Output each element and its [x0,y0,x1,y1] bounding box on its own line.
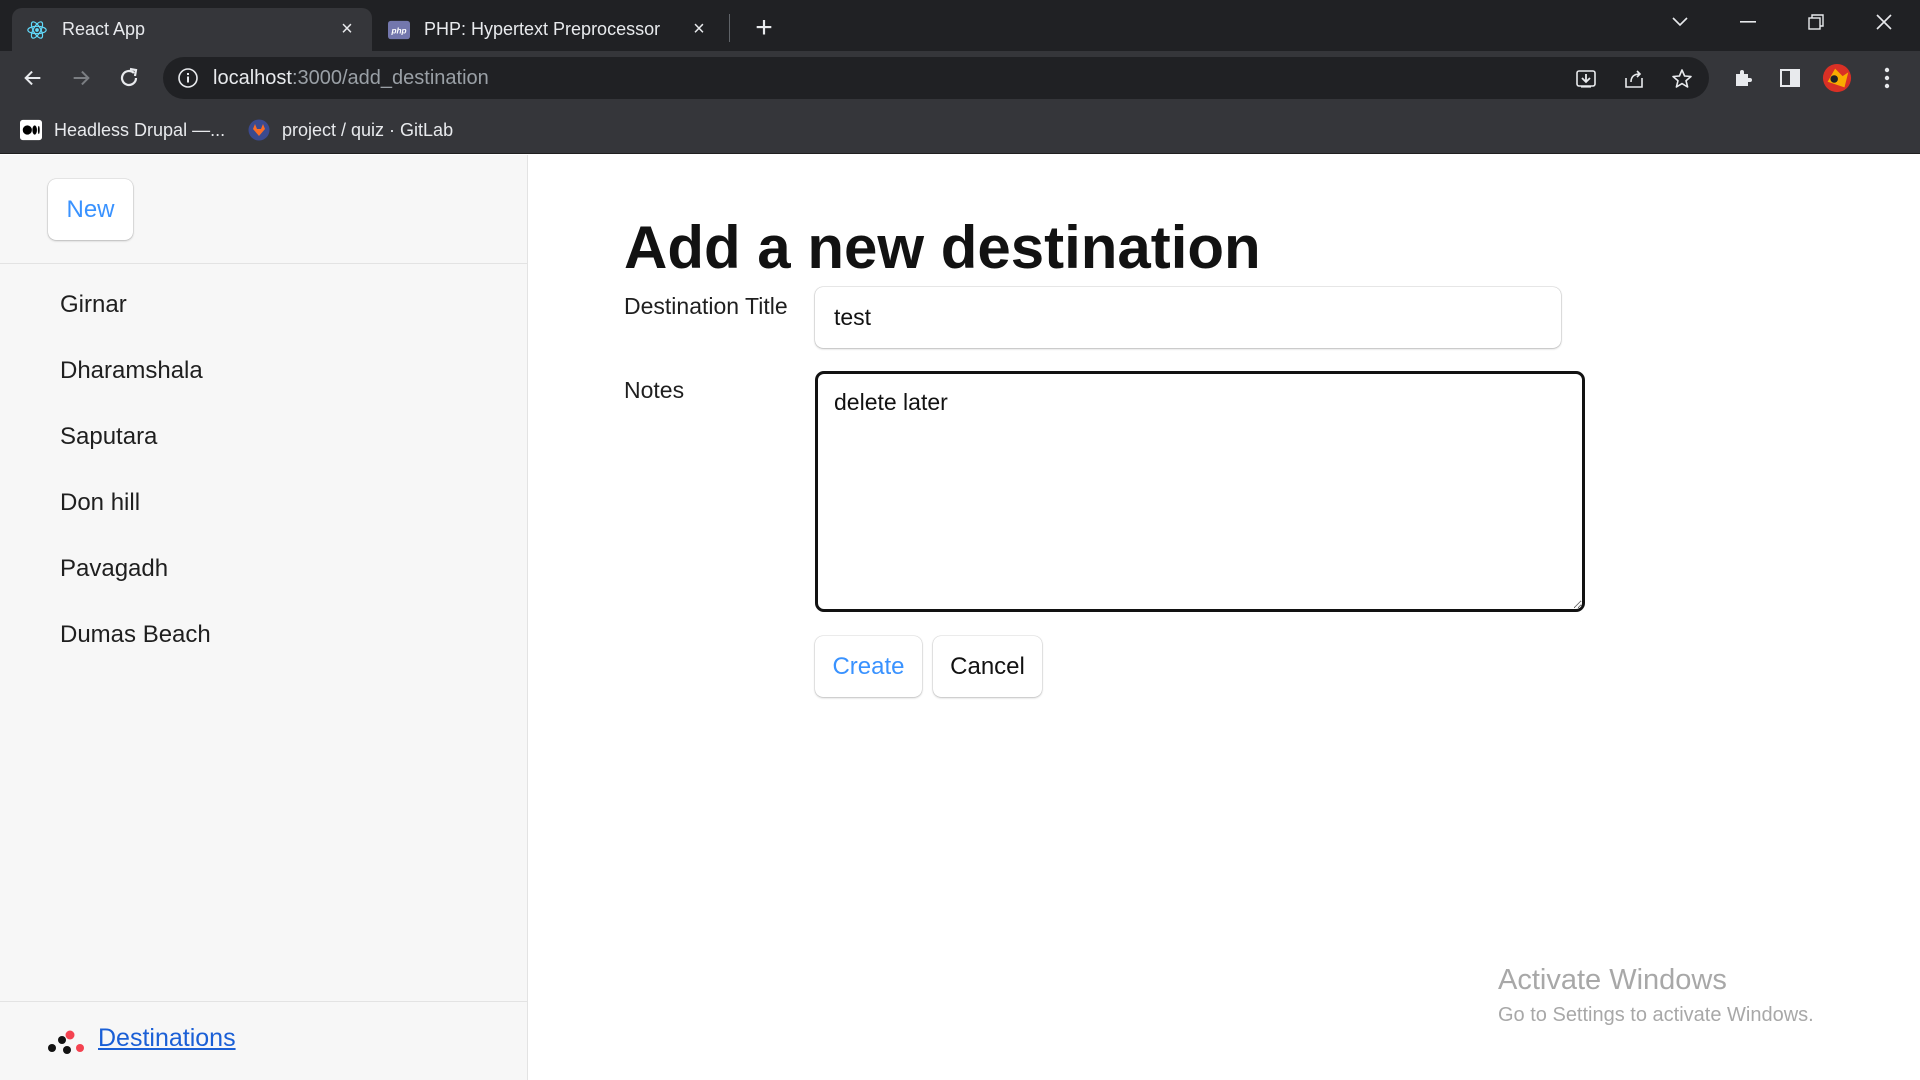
sidebar: New Girnar Dharamshala Saputara Don hill… [0,155,528,1080]
site-info-icon[interactable] [177,67,199,89]
svg-text:php: php [390,26,406,35]
sidebar-item-girnar[interactable]: Girnar [0,272,527,338]
bookmark-star-icon[interactable] [1669,66,1695,92]
sidebar-item-don-hill[interactable]: Don hill [0,470,527,536]
tab-php[interactable]: php PHP: Hypertext Preprocessor × [374,8,724,51]
main-content: Add a new destination Destination Title … [529,155,1920,1080]
app-logo-icon [46,1028,86,1056]
page-title: Add a new destination [624,214,1261,281]
close-tab-icon[interactable]: × [336,18,358,41]
forward-button[interactable] [64,61,98,95]
medium-icon [20,119,42,141]
sidebar-item-dharamshala[interactable]: Dharamshala [0,338,527,404]
destinations-link[interactable]: Destinations [98,1024,236,1053]
bookmark-headless-drupal[interactable]: Headless Drupal —... [20,115,225,145]
sidebar-item-pavagadh[interactable]: Pavagadh [0,536,527,602]
tab-title: PHP: Hypertext Preprocessor [424,19,661,39]
install-app-icon[interactable] [1573,66,1599,92]
browser-tab-strip: React App × php PHP: Hypertext Preproces… [0,0,1920,51]
browser-toolbar: localhost:3000/add_destination [0,51,1920,105]
url-text[interactable]: localhost:3000/add_destination [213,67,489,90]
sidebar-footer: Destinations [0,1001,527,1080]
close-tab-icon[interactable]: × [688,18,710,41]
bookmarks-bar: Headless Drupal —... project / quiz · Gi… [0,105,1920,154]
sidebar-header: New [0,155,527,264]
side-panel-icon[interactable] [1775,63,1805,93]
back-button[interactable] [16,61,50,95]
share-icon[interactable] [1621,66,1647,92]
bookmark-label: project / quiz · GitLab [282,119,454,140]
close-window-icon[interactable] [1854,0,1914,44]
tab-separator [729,14,730,42]
notes-textarea[interactable]: delete later [815,371,1585,612]
tab-react-app[interactable]: React App × [12,8,372,51]
react-icon [26,19,48,41]
url-path: :3000/add_destination [291,67,489,89]
destination-title-input[interactable] [815,287,1561,348]
tab-title: React App [62,19,146,39]
bookmark-label: Headless Drupal —... [54,119,226,140]
new-tab-button[interactable]: + [748,11,780,44]
create-button[interactable]: Create [815,636,922,697]
url-host: localhost [213,67,292,89]
profile-avatar[interactable] [1822,63,1852,93]
tab-search-icon[interactable] [1650,0,1710,44]
activate-windows-subtitle: Go to Settings to activate Windows. [1498,1004,1814,1026]
gitlab-icon [248,119,270,141]
address-bar[interactable]: localhost:3000/add_destination [163,57,1709,99]
bookmark-gitlab[interactable]: project / quiz · GitLab [248,115,453,145]
new-button[interactable]: New [48,179,133,240]
notes-label: Notes [624,377,685,403]
restore-icon[interactable] [1786,0,1846,44]
minimize-icon[interactable] [1718,0,1778,44]
php-icon: php [388,19,410,41]
browser-menu-icon[interactable] [1872,63,1902,93]
extensions-icon[interactable] [1728,63,1758,93]
sidebar-item-saputara[interactable]: Saputara [0,404,527,470]
cancel-button[interactable]: Cancel [933,636,1042,697]
destination-list: Girnar Dharamshala Saputara Don hill Pav… [0,272,527,668]
activate-windows-title: Activate Windows [1498,964,1727,996]
destination-title-label: Destination Title [624,293,788,319]
reload-button[interactable] [112,61,146,95]
sidebar-item-dumas-beach[interactable]: Dumas Beach [0,602,527,668]
